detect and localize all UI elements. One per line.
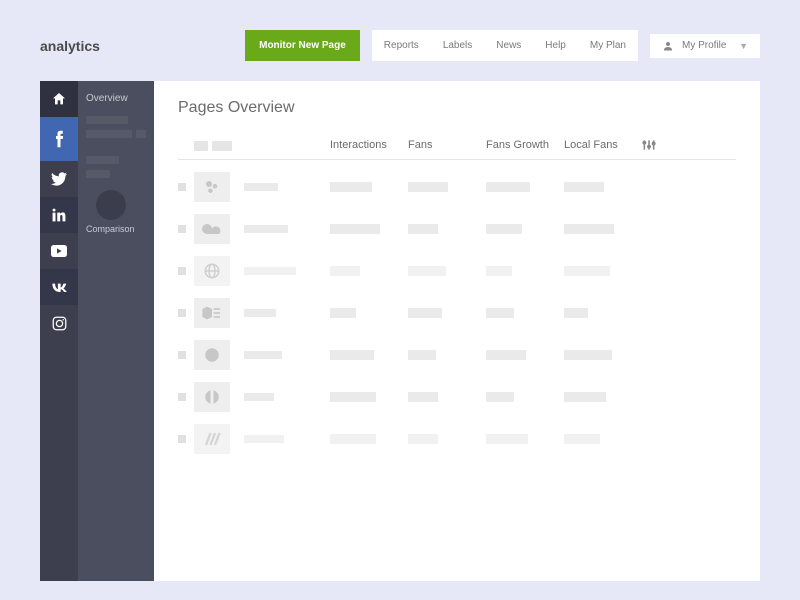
table-row[interactable] (178, 340, 736, 370)
col-fans[interactable]: Fans (408, 139, 486, 151)
nav-my-plan[interactable]: My Plan (578, 30, 638, 61)
row-checkbox[interactable] (178, 178, 194, 196)
page-thumbnail (194, 340, 230, 370)
page-name (244, 393, 330, 401)
vk-icon (50, 282, 68, 292)
table-row[interactable] (178, 298, 736, 328)
monitor-new-page-button[interactable]: Monitor New Page (245, 30, 360, 61)
page-thumbnail (194, 424, 230, 454)
linkedin-icon (52, 208, 66, 222)
table-body (178, 172, 736, 454)
sidebar-placeholder (86, 130, 146, 138)
person-icon (662, 40, 674, 52)
page-name (244, 435, 330, 443)
secondary-sidebar: Overview Comparison (78, 81, 154, 581)
table-row[interactable] (178, 382, 736, 412)
sidebar-placeholder (86, 116, 128, 124)
page-name (244, 351, 330, 359)
chevron-down-icon: ▼ (739, 41, 748, 51)
table-settings-button[interactable] (642, 139, 736, 151)
rail-instagram[interactable] (40, 305, 78, 341)
rail-youtube[interactable] (40, 233, 78, 269)
row-checkbox[interactable] (178, 388, 194, 406)
page-name (244, 225, 330, 233)
col-fans-growth[interactable]: Fans Growth (486, 139, 564, 151)
row-checkbox[interactable] (178, 220, 194, 238)
sidebar-placeholder (86, 156, 119, 164)
sidebar-placeholder (86, 170, 110, 178)
nav-labels[interactable]: Labels (431, 30, 484, 61)
page-thumbnail (194, 382, 230, 412)
row-checkbox[interactable] (178, 430, 194, 448)
table-row[interactable] (178, 172, 736, 202)
home-icon (51, 91, 67, 107)
rail-twitter[interactable] (40, 161, 78, 197)
network-rail (40, 81, 78, 581)
my-profile-dropdown[interactable]: My Profile ▼ (650, 34, 760, 58)
instagram-icon (52, 316, 67, 331)
rail-linkedin[interactable] (40, 197, 78, 233)
table-row[interactable] (178, 214, 736, 244)
sliders-icon (642, 139, 656, 151)
row-checkbox[interactable] (178, 346, 194, 364)
brand-title: analytics (40, 38, 245, 54)
page-name (244, 183, 330, 191)
sidebar-overview[interactable]: Overview (86, 93, 146, 104)
page-thumbnail (194, 298, 230, 328)
page-thumbnail (194, 256, 230, 286)
top-nav: Reports Labels News Help My Plan (372, 30, 638, 61)
page-name (244, 267, 330, 275)
nav-help[interactable]: Help (533, 30, 578, 61)
facebook-icon (53, 130, 65, 148)
rail-facebook[interactable] (40, 117, 78, 161)
profile-label: My Profile (682, 40, 731, 51)
rail-vk[interactable] (40, 269, 78, 305)
page-thumbnail (194, 172, 230, 202)
row-checkbox[interactable] (178, 304, 194, 322)
page-name (244, 309, 330, 317)
page-title: Pages Overview (178, 99, 736, 117)
sidebar-comparison[interactable]: Comparison (86, 196, 146, 234)
col-local-fans[interactable]: Local Fans (564, 139, 642, 151)
nav-news[interactable]: News (484, 30, 533, 61)
rail-home[interactable] (40, 81, 78, 117)
table-row[interactable] (178, 256, 736, 286)
nav-reports[interactable]: Reports (372, 30, 431, 61)
table-row[interactable] (178, 424, 736, 454)
page-thumbnail (194, 214, 230, 244)
youtube-icon (51, 245, 67, 257)
row-checkbox[interactable] (178, 262, 194, 280)
table-header: Interactions Fans Fans Growth Local Fans (178, 139, 736, 160)
col-interactions[interactable]: Interactions (330, 139, 408, 151)
twitter-icon (51, 172, 67, 186)
